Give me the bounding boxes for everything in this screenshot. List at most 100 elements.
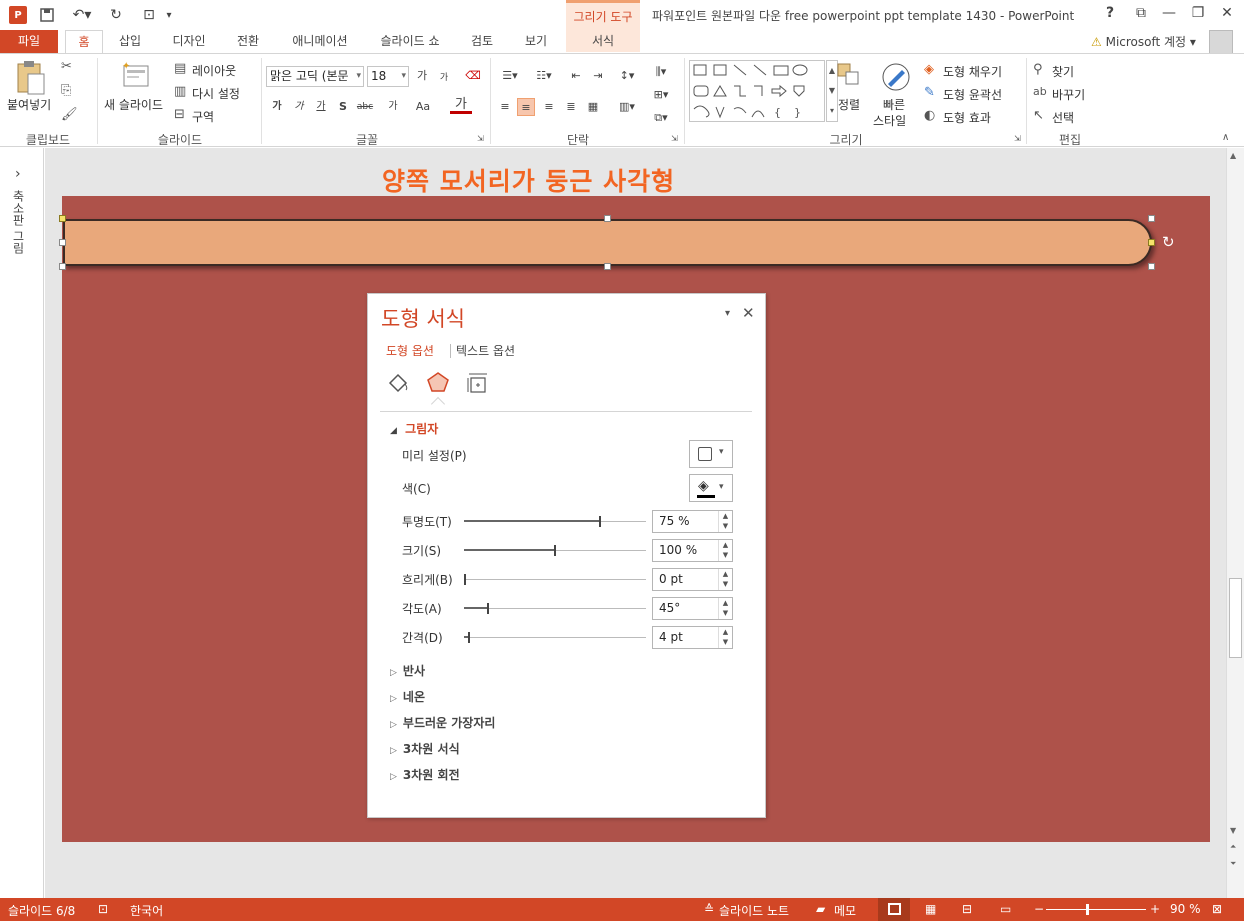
minimize-button[interactable]: — [1157,5,1181,25]
slideshow-view-icon[interactable]: ▭ [1000,902,1011,916]
notes-icon[interactable]: ≙ [704,902,714,916]
shape-effects-button[interactable]: 도형 효과 [943,109,991,126]
resize-handle[interactable] [604,263,611,270]
tab-design[interactable]: 디자인 [163,30,215,54]
shadow-prop-slider[interactable] [464,603,646,614]
shadow-prop-spinner[interactable]: 75 % ▲ ▼ [652,510,733,533]
pane-options-icon[interactable]: ▾ [725,308,730,319]
collapsed-section[interactable]: ▷ 3차원 서식 [390,740,460,757]
cut-icon[interactable]: ✂ [61,59,72,74]
shadow-prop-slider[interactable] [464,574,646,585]
resize-handle[interactable] [59,263,66,270]
slider-thumb[interactable] [468,632,470,643]
paste-icon[interactable] [14,60,48,96]
new-slide-button[interactable]: 새 슬라이드 [104,96,163,113]
slide-sorter-icon[interactable]: ▦ [925,902,936,916]
tab-shape-options[interactable]: 도형 옵션 [386,342,434,359]
font-dialog-launcher-icon[interactable]: ⇲ [477,134,484,143]
shadow-prop-slider[interactable] [464,545,646,556]
spinner-arrows-icon[interactable]: ▲ ▼ [718,569,732,590]
new-slide-icon[interactable]: ✦ [120,60,152,90]
zoom-slider-thumb[interactable] [1086,904,1089,915]
round-same-side-rectangle-shape[interactable] [63,219,1152,266]
spinner-arrows-icon[interactable]: ▲ ▼ [718,511,732,532]
char-spacing-button[interactable]: 가 [380,98,406,116]
fill-line-icon[interactable] [385,370,411,396]
spinner-arrows-icon[interactable]: ▲ ▼ [718,540,732,561]
vertical-scrollbar[interactable]: ▲ ▼ ⏶ ⏷ [1226,148,1244,898]
select-button[interactable]: 선택 [1052,109,1074,126]
zoom-level[interactable]: 90 % [1170,902,1201,916]
grow-font-button[interactable]: 가 [413,67,431,85]
collapsed-section[interactable]: ▷ 3차원 회전 [390,766,460,783]
spinner-arrows-icon[interactable]: ▲ ▼ [718,598,732,619]
collapsed-section[interactable]: ▷ 부드러운 가장자리 [390,714,495,731]
shadow-prop-spinner[interactable]: 45° ▲ ▼ [652,597,733,620]
line-spacing-icon[interactable]: ↕▾ [614,67,640,85]
tab-review[interactable]: 검토 [462,30,502,54]
scroll-down-icon[interactable]: ▼ [1230,826,1236,835]
language-status[interactable]: 한국어 [130,902,163,919]
numbering-icon[interactable]: ☷▾ [531,67,557,85]
smartart-icon[interactable]: ⧉▾ [648,109,674,127]
help-button[interactable]: ? [1098,5,1122,25]
arrange-button[interactable]: 정렬 [838,96,860,113]
text-direction-icon[interactable]: ⫼▾ [648,63,674,81]
shapes-gallery[interactable]: {} [689,60,825,122]
size-properties-icon[interactable] [465,370,491,396]
shadow-prop-slider[interactable] [464,632,646,643]
layout-button[interactable]: 레이아웃 [192,62,236,79]
ribbon-display-options-icon[interactable]: ⧉ [1129,5,1153,25]
slider-thumb[interactable] [487,603,489,614]
effects-pentagon-icon[interactable] [425,370,451,396]
format-painter-icon[interactable]: 🖌 [61,107,78,122]
distributed-icon[interactable]: ▦ [584,98,602,116]
zoom-out-button[interactable]: − [1034,902,1044,916]
shadow-button[interactable]: S [334,98,352,116]
drawing-dialog-launcher-icon[interactable]: ⇲ [1014,134,1021,143]
scroll-up-icon[interactable]: ▲ [1230,151,1236,160]
notes-button[interactable]: 슬라이드 노트 [719,902,789,919]
copy-icon[interactable]: ⎘ [61,83,71,98]
tab-home[interactable]: 홈 [65,30,103,54]
collapse-ribbon-icon[interactable]: ∧ [1222,132,1229,143]
close-button[interactable]: ✕ [1215,5,1239,25]
change-case-button[interactable]: Aa [410,98,436,116]
slide-title[interactable]: 양쪽 모서리가 둥근 사각형 [382,162,675,198]
powerpoint-logo-icon[interactable]: P [9,6,27,24]
tab-format[interactable]: 서식 [566,30,640,54]
align-text-icon[interactable]: ⊞▾ [648,86,674,104]
tab-slideshow[interactable]: 슬라이드 쇼 [370,30,450,54]
shape-outline-button[interactable]: 도형 윤곽선 [943,86,1002,103]
tab-insert[interactable]: 삽입 [110,30,150,54]
adjust-handle[interactable] [59,215,66,222]
find-button[interactable]: 찾기 [1052,63,1074,80]
normal-view-button[interactable] [878,898,910,921]
bold-button[interactable]: 가 [268,98,286,116]
quick-styles-line1[interactable]: 빠른 [883,96,905,113]
expand-thumbnails-icon[interactable]: › [15,166,21,182]
decrease-indent-icon[interactable]: ⇤ [567,67,585,85]
comments-button[interactable]: 메모 [834,902,856,919]
replace-button[interactable]: 바꾸기 [1052,86,1085,103]
columns-icon[interactable]: ▥▾ [614,98,640,116]
resize-handle[interactable] [1148,215,1155,222]
spell-check-icon[interactable]: ⊡ [98,902,108,916]
avatar[interactable] [1209,30,1233,54]
shrink-font-button[interactable]: 가 [435,69,453,87]
tab-text-options[interactable]: 텍스트 옵션 [456,342,515,359]
clear-formatting-icon[interactable]: ⌫ [464,67,482,85]
justify-icon[interactable]: ≣ [562,98,580,116]
font-color-button[interactable]: 가 [450,96,472,114]
align-left-icon[interactable]: ≡ [496,98,514,116]
save-icon[interactable] [38,6,56,24]
tab-animations[interactable]: 애니메이션 [282,30,358,54]
previous-slide-icon[interactable]: ⏶ [1230,842,1236,852]
spinner-arrows-icon[interactable]: ▲ ▼ [718,627,732,648]
tab-view[interactable]: 보기 [515,30,557,54]
reset-button[interactable]: 다시 설정 [192,85,240,102]
resize-handle[interactable] [604,215,611,222]
maximize-button[interactable]: ❐ [1186,5,1210,25]
fit-to-window-icon[interactable]: ⊠ [1212,902,1222,916]
slide-position[interactable]: 슬라이드 6/8 [8,902,75,919]
